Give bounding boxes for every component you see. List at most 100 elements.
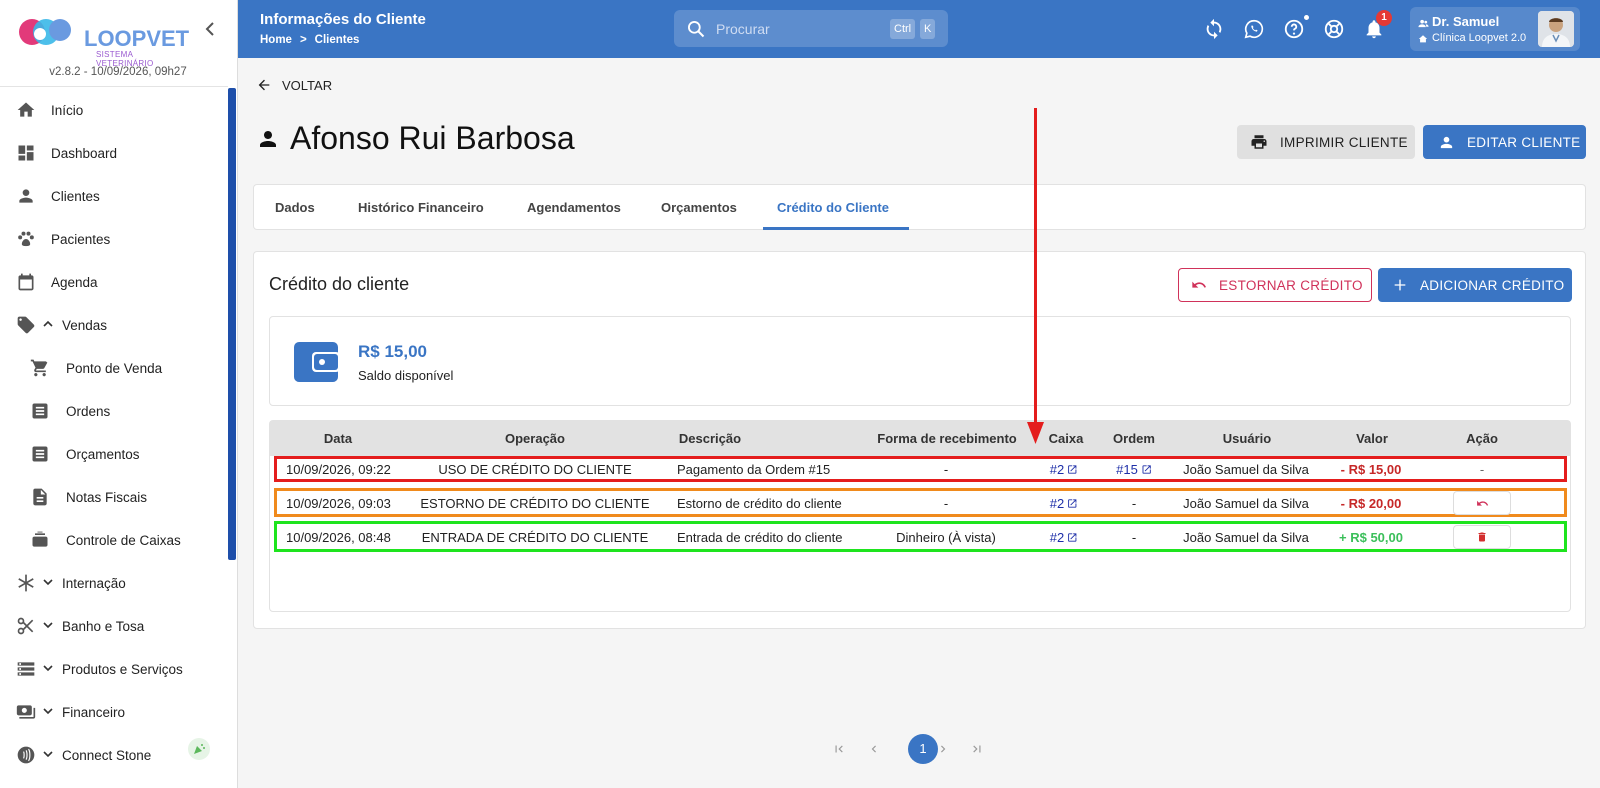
cell-caixa-link[interactable]: #2: [1050, 462, 1078, 477]
edit-client-button[interactable]: EDITAR CLIENTE: [1423, 125, 1586, 159]
first-page-icon: [835, 745, 843, 753]
cell-operacao: ENTRADA DE CRÉDITO DO CLIENTE: [421, 530, 649, 545]
list-icon: [32, 446, 48, 462]
back-button[interactable]: VOLTAR: [256, 77, 332, 93]
cell-valor: + R$ 50,00: [1339, 530, 1403, 545]
open-in-new-icon: [1068, 499, 1077, 508]
document-icon: [33, 488, 47, 506]
cell-caixa-link[interactable]: #2: [1050, 496, 1078, 511]
tab-dados[interactable]: Dados: [275, 200, 315, 215]
breadcrumb-home[interactable]: Home: [260, 34, 292, 46]
chevron-down-icon: [43, 579, 53, 586]
search-icon: [688, 21, 705, 38]
paw-icon: [18, 231, 34, 247]
sidebar-item-label: Banho e Tosa: [62, 618, 145, 634]
sidebar-item-internacao[interactable]: Internação: [0, 563, 226, 603]
search-placeholder: Procurar: [716, 21, 770, 37]
sidebar-item-controle-de-caixas[interactable]: Controle de Caixas: [0, 520, 226, 560]
sidebar-item-ordens[interactable]: Ordens: [0, 391, 226, 431]
sidebar-item-label: Clientes: [51, 188, 100, 204]
ordem-number: #15: [1116, 462, 1138, 477]
user-menu[interactable]: Dr. Samuel Clínica Loopvet 2.0: [1410, 7, 1580, 51]
avatar: [1538, 11, 1574, 47]
cart-icon: [30, 359, 48, 377]
cell-valor: - R$ 15,00: [1340, 462, 1402, 477]
tab-orcamentos[interactable]: Orçamentos: [661, 200, 737, 215]
sidebar-item-ponto-de-venda[interactable]: Ponto de Venda: [0, 348, 226, 388]
cell-operacao: ESTORNO DE CRÉDITO DO CLIENTE: [420, 496, 650, 511]
sidebar-item-inicio[interactable]: Início: [0, 90, 226, 130]
scissors-icon: [17, 617, 34, 635]
loopvet-logo[interactable]: LOOPVET SISTEMA VETERINÁRIO: [14, 12, 189, 68]
search-input[interactable]: Procurar Ctrl K: [674, 10, 948, 47]
sidebar-item-clientes[interactable]: Clientes: [0, 176, 226, 216]
sidebar-item-label: Orçamentos: [66, 446, 140, 462]
cell-ordem: -: [1131, 496, 1137, 511]
cell-data: 10/09/2026, 08:48: [286, 530, 391, 545]
reverse-credit-button[interactable]: ESTORNAR CRÉDITO: [1178, 268, 1372, 302]
credit-section-title: Crédito do cliente: [269, 274, 410, 294]
user-name: Dr. Samuel: [1432, 14, 1500, 29]
cell-ordem-link[interactable]: #15: [1116, 462, 1152, 477]
chevron-down-icon: [43, 708, 53, 715]
breadcrumb-clientes[interactable]: Clientes: [315, 34, 360, 46]
cell-valor: - R$ 20,00: [1340, 496, 1402, 511]
tab-credito-do-cliente[interactable]: Crédito do Cliente: [777, 200, 889, 215]
open-in-new-icon: [1068, 533, 1077, 542]
previous-page-button[interactable]: [862, 737, 886, 761]
sidebar-item-financeiro[interactable]: Financeiro: [0, 692, 226, 732]
top-header: Informações do Cliente Home > Clientes P…: [238, 0, 1600, 58]
print-client-label: IMPRIMIR CLIENTE: [1280, 134, 1408, 150]
sync-icon[interactable]: [1203, 18, 1225, 40]
next-page-button[interactable]: [931, 737, 955, 761]
table-row: 10/09/2026, 09:22 USO DE CRÉDITO DO CLIE…: [274, 456, 1567, 482]
tag-icon: [17, 316, 35, 334]
collapse-sidebar-button[interactable]: [202, 20, 218, 38]
money-icon: [16, 705, 36, 719]
column-header-data: Data: [323, 431, 353, 446]
add-credit-button[interactable]: ADICIONAR CRÉDITO: [1378, 268, 1572, 302]
sidebar-item-label: Pacientes: [51, 231, 111, 247]
tab-agendamentos[interactable]: Agendamentos: [527, 200, 621, 215]
sidebar-item-notas-fiscais[interactable]: Notas Fiscais: [0, 477, 226, 517]
balance-label: Saldo disponível: [358, 368, 454, 383]
print-client-button[interactable]: IMPRIMIR CLIENTE: [1237, 125, 1415, 159]
sidebar-item-agenda[interactable]: Agenda: [0, 262, 226, 302]
asterisk-icon: [18, 574, 34, 592]
cell-usuario: João Samuel da Silva: [1183, 530, 1309, 545]
whatsapp-icon[interactable]: [1243, 18, 1265, 40]
column-header-forma: Forma de recebimento: [877, 431, 1017, 446]
annotation-arrow: [1034, 108, 1037, 428]
client-tabs: Dados Histórico Financeiro Agendamentos …: [253, 184, 1586, 230]
sidebar-item-dashboard[interactable]: Dashboard: [0, 133, 226, 173]
support-icon[interactable]: [1323, 18, 1345, 40]
undo-icon: [1192, 281, 1206, 288]
help-notification-dot: [1302, 13, 1311, 22]
sidebar-item-label: Agenda: [51, 274, 98, 290]
caixa-number: #2: [1049, 530, 1065, 545]
help-icon[interactable]: [1283, 18, 1305, 40]
column-header-operacao: Operação: [505, 431, 565, 446]
sidebar-item-pacientes[interactable]: Pacientes: [0, 219, 226, 259]
user-clinic: Clínica Loopvet 2.0: [1432, 32, 1527, 44]
sidebar-item-produtos-e-servicos[interactable]: Produtos e Serviços: [0, 649, 226, 689]
tab-historico-financeiro[interactable]: Histórico Financeiro: [358, 200, 484, 215]
reverse-credit-label: ESTORNAR CRÉDITO: [1219, 277, 1363, 293]
last-page-button[interactable]: [965, 737, 989, 761]
dashboard-icon: [18, 145, 34, 161]
wallet-icon: [294, 342, 340, 382]
sidebar-item-vendas[interactable]: Vendas: [0, 305, 226, 345]
delete-credit-button[interactable]: [1453, 525, 1511, 549]
cell-operacao: USO DE CRÉDITO DO CLIENTE: [438, 462, 632, 477]
cell-caixa-link[interactable]: #2: [1050, 530, 1078, 545]
sidebar-scrollbar[interactable]: [228, 88, 236, 560]
sidebar-item-banho-e-tosa[interactable]: Banho e Tosa: [0, 606, 226, 646]
cell-descricao: Pagamento da Ordem #15: [677, 462, 831, 477]
undo-credit-button[interactable]: [1453, 491, 1511, 515]
cell-forma: -: [943, 462, 949, 477]
list-icon: [32, 403, 48, 419]
column-header-usuario: Usuário: [1222, 431, 1272, 446]
cell-usuario: João Samuel da Silva: [1183, 462, 1309, 477]
first-page-button[interactable]: [827, 737, 851, 761]
sidebar-item-orcamentos[interactable]: Orçamentos: [0, 434, 226, 474]
